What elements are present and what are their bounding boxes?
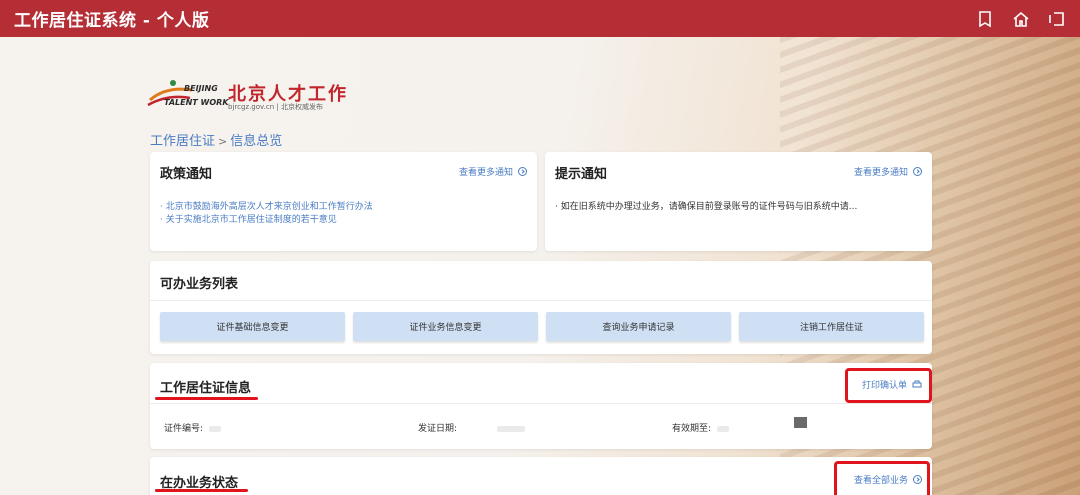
policy-notice-list: · 北京市鼓励海外高层次人才来京创业和工作暂行办法 · 关于实施北京市工作居住证… (160, 201, 373, 227)
tip-notice-item[interactable]: · 如在旧系统中办理过业务，请确保目前登录账号的证件号码与旧系统中请... (555, 201, 857, 214)
divider (150, 300, 932, 301)
permit-number-field: 证件编号: (164, 421, 222, 434)
valid-until-field: 有效期至: (672, 421, 730, 434)
circle-arrow-icon (913, 167, 922, 176)
home-icon[interactable] (1012, 10, 1030, 28)
logo-url: bjrcgz.gov.cn | 北京权威发布 (228, 103, 323, 111)
redacted-value (209, 425, 222, 432)
annotation-box-view-all (834, 461, 930, 495)
policy-notice-card: 政策通知 查看更多通知 · 北京市鼓励海外高层次人才来京创业和工作暂行办法 · … (150, 152, 537, 251)
beijing-talent-logo: BEIJING TALENT WORK 北京人才工作 bjrcgz.gov.cn… (146, 74, 356, 114)
service-button-query-records[interactable]: 查询业务申请记录 (546, 312, 731, 341)
divider (150, 403, 932, 404)
annotation-underline-business-status (155, 489, 248, 492)
app-title: 工作居住证系统 - 个人版 (14, 11, 210, 31)
business-status-card: 在办业务状态 查看全部业务 (150, 457, 932, 495)
redacted-value (717, 425, 730, 432)
tip-notice-card: 提示通知 查看更多通知 · 如在旧系统中办理过业务，请确保目前登录账号的证件号码… (545, 152, 932, 251)
issue-date-label: 发证日期: (418, 424, 458, 434)
breadcrumb: 工作居住证 > 信息总览 (150, 130, 282, 149)
service-button-business-info-change[interactable]: 证件业务信息变更 (353, 312, 538, 341)
logout-icon[interactable] (1048, 10, 1066, 28)
app-header: 工作居住证系统 - 个人版 (0, 0, 1080, 37)
tip-more-label: 查看更多通知 (853, 168, 908, 178)
policy-more-label: 查看更多通知 (458, 168, 513, 178)
policy-notice-item[interactable]: · 北京市鼓励海外高层次人才来京创业和工作暂行办法 (160, 201, 373, 214)
breadcrumb-root[interactable]: 工作居住证 (150, 134, 215, 149)
logo-en-line1: BEIJING (184, 84, 218, 93)
services-title: 可办业务列表 (160, 277, 239, 292)
bookmark-icon[interactable] (976, 10, 994, 28)
permit-info-card: 工作居住证信息 打印确认单 证件编号: 发证日期: 有效期至: (150, 363, 932, 449)
permit-number-label: 证件编号: (164, 424, 204, 434)
breadcrumb-separator: > (218, 135, 228, 148)
services-card: 可办业务列表 证件基础信息变更 证件业务信息变更 查询业务申请记录 注销工作居住… (150, 261, 932, 354)
redacted-value (497, 425, 526, 432)
qr-code-icon[interactable] (794, 417, 807, 428)
valid-until-label: 有效期至: (672, 424, 712, 434)
policy-notice-item[interactable]: · 关于实施北京市工作居住证制度的若干意见 (160, 214, 373, 227)
service-button-basic-info-change[interactable]: 证件基础信息变更 (160, 312, 345, 341)
annotation-box-print (845, 368, 932, 403)
tip-notice-list: · 如在旧系统中办理过业务，请确保目前登录账号的证件号码与旧系统中请... (555, 201, 857, 214)
policy-more-link[interactable]: 查看更多通知 (459, 165, 527, 178)
header-icons (976, 0, 1066, 37)
permit-info-title: 工作居住证信息 (160, 381, 252, 396)
service-button-cancel-permit[interactable]: 注销工作居住证 (739, 312, 924, 341)
policy-notice-title: 政策通知 (160, 167, 213, 182)
circle-arrow-icon (518, 167, 527, 176)
tip-notice-title: 提示通知 (555, 167, 608, 182)
breadcrumb-current: 信息总览 (230, 134, 283, 149)
tip-more-link[interactable]: 查看更多通知 (854, 165, 922, 178)
logo-en-line2: TALENT WORK (164, 98, 229, 107)
annotation-underline-permit-info (155, 397, 258, 400)
issue-date-field: 发证日期: (418, 421, 526, 434)
